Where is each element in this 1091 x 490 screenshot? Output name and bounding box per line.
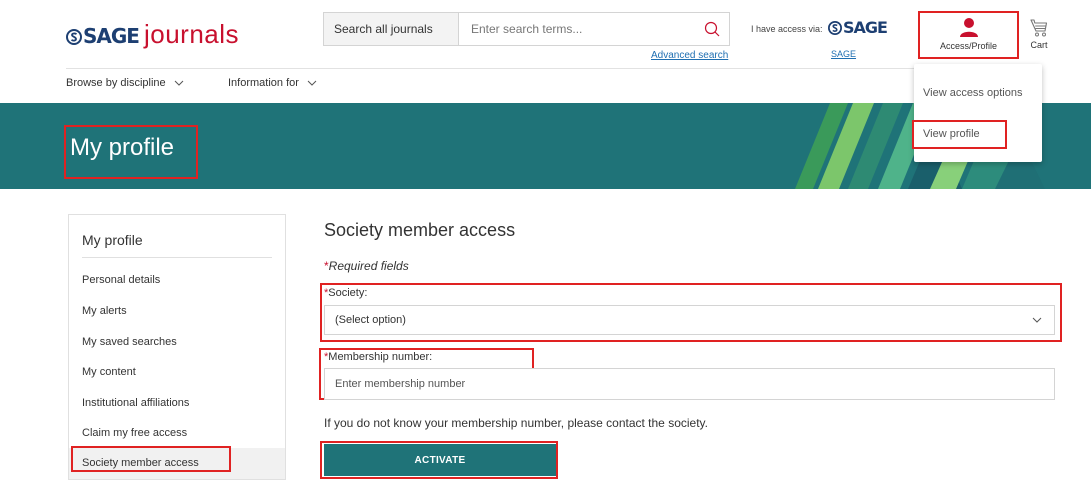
- membership-label-text: Membership number:: [328, 351, 433, 363]
- sage-journals-logo[interactable]: SAGE journals: [66, 19, 239, 50]
- sage-s-icon: [66, 29, 82, 45]
- sidebar-item-personal-details[interactable]: Personal details: [82, 274, 160, 286]
- access-institution-link[interactable]: SAGE: [831, 49, 856, 59]
- search-icon: [704, 21, 720, 37]
- chevron-down-icon: [174, 80, 184, 86]
- view-profile-highlight: [912, 120, 1007, 149]
- access-institution-logo: SAGE: [828, 18, 888, 37]
- access-profile-label: Access/Profile: [939, 41, 998, 51]
- page-title: My profile: [70, 134, 175, 161]
- search-bar: Search all journals: [323, 12, 730, 46]
- section-title: Society member access: [324, 220, 516, 240]
- user-icon: [959, 18, 978, 37]
- sidebar-item-my-content[interactable]: My content: [82, 366, 136, 378]
- nav-information-for[interactable]: Information for: [228, 77, 317, 89]
- society-label: *Society:: [324, 287, 367, 299]
- sidebar-title: My profile: [82, 232, 143, 248]
- cart-label: Cart: [1030, 40, 1048, 50]
- access-profile-button[interactable]: Access/Profile: [918, 11, 1019, 59]
- sidebar-item-my-saved-searches[interactable]: My saved searches: [82, 336, 177, 348]
- sidebar-item-institutional-affiliations[interactable]: Institutional affiliations: [82, 397, 189, 409]
- sidebar-item-my-alerts[interactable]: My alerts: [82, 305, 127, 317]
- membership-help-text: If you do not know your membership numbe…: [324, 416, 708, 430]
- search-button[interactable]: [695, 13, 729, 45]
- logo-product: journals: [143, 19, 240, 49]
- logo-brand: SAGE: [83, 24, 140, 48]
- society-select[interactable]: (Select option): [324, 305, 1055, 335]
- society-selected-value: (Select option): [335, 314, 406, 326]
- access-via-label: I have access via:: [751, 24, 823, 34]
- membership-number-input[interactable]: [324, 368, 1055, 400]
- required-fields-note: *Required fields: [324, 259, 409, 273]
- society-label-text: Society:: [328, 287, 368, 299]
- logo-sage-text: SAGE: [66, 24, 140, 48]
- chevron-down-icon: [1032, 317, 1042, 323]
- chevron-down-icon: [307, 80, 317, 86]
- nav-item-label: Information for: [228, 77, 299, 89]
- membership-label: *Membership number:: [324, 351, 432, 363]
- activate-button-highlight: [320, 441, 558, 479]
- sidebar-active-highlight: [71, 446, 231, 472]
- cart-button[interactable]: Cart: [1030, 18, 1048, 50]
- sage-s-icon: [828, 20, 842, 35]
- required-fields-text: Required fields: [328, 259, 409, 273]
- search-input[interactable]: [459, 13, 695, 45]
- access-institution-name: SAGE: [843, 18, 888, 37]
- dropdown-view-access-options[interactable]: View access options: [923, 87, 1022, 99]
- nav-item-label: Browse by discipline: [66, 77, 166, 89]
- nav-browse-by-discipline[interactable]: Browse by discipline: [66, 77, 184, 89]
- sidebar-item-claim-my-free-access[interactable]: Claim my free access: [82, 427, 187, 439]
- sidebar-divider: [82, 257, 272, 258]
- cart-icon: [1030, 19, 1048, 37]
- advanced-search-link[interactable]: Advanced search: [651, 50, 728, 61]
- nav-divider: [66, 68, 1026, 69]
- profile-sidebar: My profile Personal details My alerts My…: [68, 214, 286, 480]
- search-scope-select[interactable]: Search all journals: [324, 13, 459, 45]
